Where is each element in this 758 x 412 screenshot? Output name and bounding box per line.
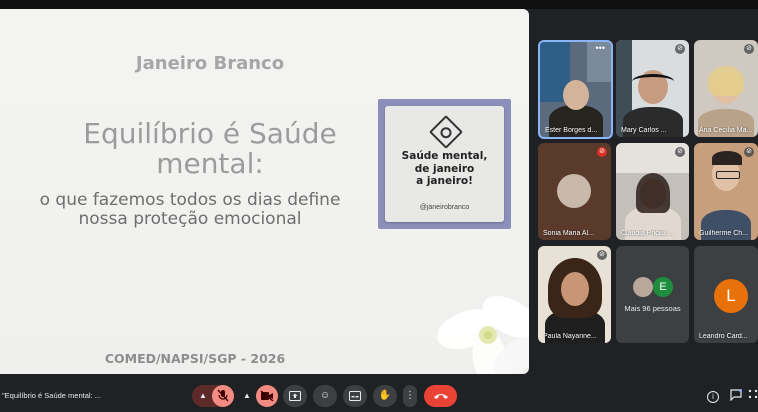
participant-name: Ester Borges d... (545, 127, 598, 134)
muted-mic-icon: ⊘ (675, 147, 685, 157)
participant-tile[interactable]: ⊘ Ana Cecília Ma... (694, 40, 758, 137)
muted-mic-icon: ⊘ (744, 44, 754, 54)
muted-mic-icon: ⊘ (675, 44, 685, 54)
participant-name: Claudia Pricila ... (621, 230, 674, 237)
muted-mic-icon: ⊘ (744, 147, 754, 157)
emoji-icon: ☺ (319, 390, 331, 401)
participant-tile[interactable]: ⊘ Guilherme Ch... (694, 143, 758, 240)
meeting-caption: "Equilíbrio é Saúde mental: ... (2, 391, 101, 400)
slide-title-line2: mental: (156, 147, 264, 180)
leave-call-button[interactable] (424, 385, 457, 407)
participant-tile[interactable]: ⊘ Mary Carlos ... (616, 40, 689, 137)
camera-options-chevron-icon[interactable]: ▲ (238, 385, 256, 407)
presentation-slide: Janeiro Branco Equilíbrio é Saúde mental… (0, 9, 529, 374)
mic-toggle-button[interactable] (212, 385, 234, 407)
captions-icon (349, 391, 361, 401)
campaign-handle: @janeirobranco (419, 204, 470, 211)
slide-subtitle-line1: o que fazemos todos os dias define (39, 190, 341, 210)
meeting-info-icon[interactable]: i (707, 391, 719, 403)
mic-options-chevron-icon[interactable]: ▲ (194, 385, 212, 407)
slide-title: Equilíbrio é Saúde mental: (50, 119, 370, 179)
slide-footer: COMED/NAPSI/SGP - 2026 (104, 351, 286, 366)
more-options-button[interactable]: ⋮ (403, 385, 417, 407)
participant-name: Leandro Card... (699, 333, 748, 340)
white-flower-image (437, 295, 529, 374)
participant-name: Paula Nayanne... (543, 333, 597, 340)
others-avatar (633, 277, 653, 297)
muted-mic-icon: ⊘ (597, 147, 607, 157)
participant-name: Guilherme Ch... (699, 230, 749, 237)
campaign-note-line1: Saúde mental, (401, 150, 488, 162)
participant-name: Ana Cecília Ma... (699, 127, 753, 134)
slide-brand: Janeiro Branco (135, 53, 285, 74)
reactions-button[interactable]: ☺ (313, 385, 337, 407)
participant-tile[interactable]: L Leandro Card... (694, 246, 758, 343)
present-button[interactable] (283, 385, 307, 407)
participant-tile[interactable]: ⊘ Sonia Maria Al... (538, 143, 611, 240)
captions-button[interactable] (343, 385, 367, 407)
present-screen-icon (289, 391, 301, 401)
slide-title-line1: Equilíbrio é Saúde (83, 117, 337, 150)
participant-tile[interactable]: ⊘ Claudia Pricila ... (616, 143, 689, 240)
slide-subtitle-line2: nossa proteção emocional (78, 209, 302, 229)
mic-off-icon (217, 389, 229, 402)
camera-off-icon (260, 390, 274, 402)
more-vert-icon: ⋮ (405, 390, 415, 401)
campaign-note: Saúde mental, de janeiro a janeiro! @jan… (385, 106, 504, 222)
chat-icon[interactable] (729, 389, 743, 403)
others-label: Mais 96 pessoas (624, 304, 681, 313)
others-tile[interactable]: E Mais 96 pessoas (616, 246, 689, 343)
participant-initial-avatar: L (714, 279, 748, 313)
camera-toggle-button[interactable] (256, 385, 278, 407)
participant-tile[interactable]: ⊘ Paula Nayanne... (538, 246, 611, 343)
more-options-icon[interactable]: ••• (596, 44, 605, 53)
more-activities-icon[interactable] (747, 389, 758, 403)
slide-subtitle: o que fazemos todos os dias define nossa… (10, 191, 370, 229)
participant-name: Mary Carlos ... (621, 127, 667, 134)
hang-up-icon (433, 394, 448, 399)
participant-tile[interactable]: ••• Ester Borges d... (538, 40, 613, 139)
campaign-note-line3: a janeiro! (416, 175, 473, 187)
top-strip (0, 0, 758, 9)
campaign-note-text: Saúde mental, de janeiro a janeiro! (385, 150, 504, 188)
raise-hand-icon: ✋ (378, 390, 392, 401)
raise-hand-button[interactable]: ✋ (373, 385, 397, 407)
campaign-card: Saúde mental, de janeiro a janeiro! @jan… (378, 99, 511, 229)
participant-avatar (557, 174, 591, 208)
janeiro-branco-logo-icon (429, 115, 463, 149)
campaign-note-line2: de janeiro (414, 162, 475, 175)
muted-mic-icon: ⊘ (597, 250, 607, 260)
others-initial-avatar: E (653, 277, 673, 297)
participant-name: Sonia Maria Al... (543, 230, 594, 237)
